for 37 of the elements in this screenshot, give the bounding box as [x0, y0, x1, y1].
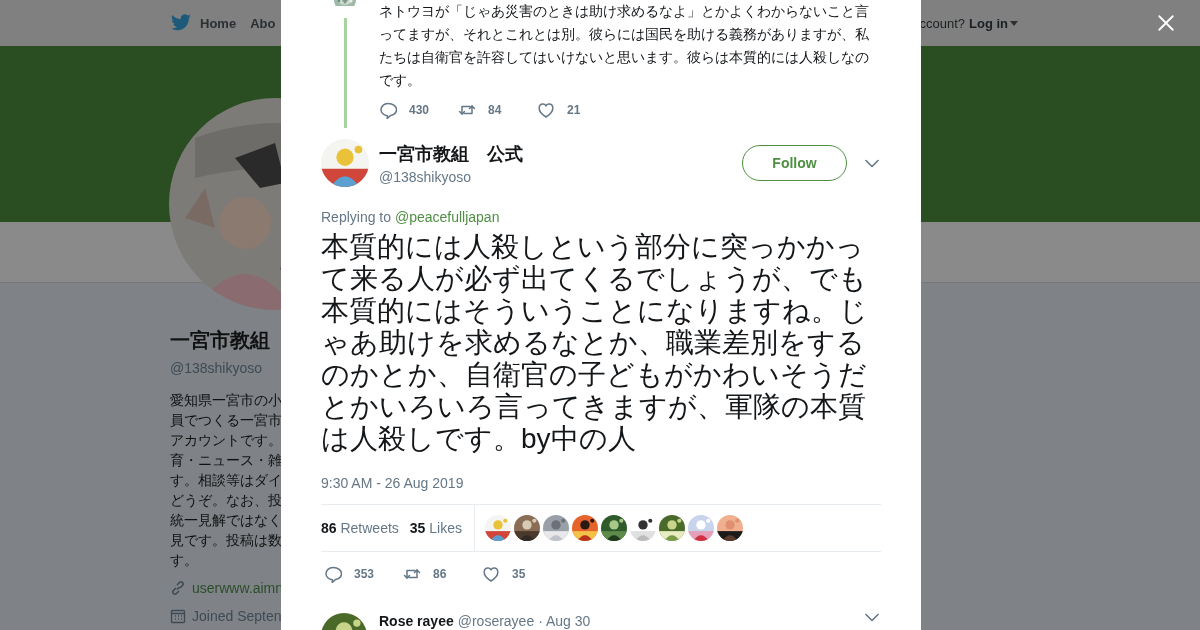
- caret-icon[interactable]: [1010, 20, 1018, 26]
- chevron-icon[interactable]: [865, 158, 879, 168]
- website-link[interactable]: userwww.aimn: [191, 580, 283, 596]
- login-link[interactable]: Log in: [969, 15, 1018, 31]
- account-prompt: ccount?: [919, 15, 965, 31]
- like-button[interactable]: 21: [537, 101, 616, 119]
- author-handle: @roserayee: [457, 613, 535, 629]
- link-icon: [170, 580, 186, 596]
- mention-link[interactable]: @peacefulljapan: [394, 209, 500, 225]
- follow-button[interactable]: Follow: [742, 145, 847, 181]
- reply-button[interactable]: 353: [324, 565, 403, 583]
- profile-bio: 愛知県一宮市の小員でつくる一宮市アカウントです。育・ニュース・雑す。相談等はダイどうぞ。なお、投統一見解ではなく見です。投稿は数す。: [170, 391, 283, 570]
- chevron-icon[interactable]: [865, 613, 879, 622]
- reply-button[interactable]: 430: [379, 101, 458, 119]
- heart-icon[interactable]: [482, 565, 500, 583]
- nav-link[interactable]: Home: [170, 14, 237, 32]
- like-button[interactable]: 35: [482, 565, 561, 583]
- likes-link[interactable]: 35 Likes: [409, 520, 462, 536]
- tweet-date: · Aug 30: [538, 613, 591, 629]
- replying-to-text: Replying to @peacefulljapan: [321, 209, 501, 225]
- calendar-icon: [170, 608, 186, 624]
- retweet-button[interactable]: 86: [403, 565, 482, 583]
- reply-icon[interactable]: [324, 565, 342, 583]
- reply-icon[interactable]: [379, 101, 397, 119]
- retweets-link[interactable]: 86 Retweets: [321, 520, 399, 536]
- nav-link[interactable]: Abo: [250, 15, 276, 31]
- author-name: 一宮市教組 公式: [379, 142, 524, 166]
- profile-name: 一宮市教組: [170, 328, 271, 353]
- author-name: Rose rayee: [379, 613, 454, 629]
- heart-icon[interactable]: [537, 101, 555, 119]
- tweet-text: ネトウヨが「じゃあ災害のときは助け求めるなよ」とかよくわからないこと言ってますが、それとこれとは別。彼らには国民を助ける義務がありますが、私たちは自衛官を許容してはいけないと思います。彼らは本質的には人殺しなのです。: [379, 2, 870, 90]
- retweet-button[interactable]: 84: [458, 101, 537, 119]
- tweet-text: 本質的には人殺しという部分に突っかかって来る人が必ず出てくるでしょうが、でも本質的にはそういうことになりますね。じゃあ助けを求めるなとか、職業差別をするのかとか、自衛官の子どもがかわいそうだとかいろいろ言ってきますが、軍隊の本質は人殺しです。by中の人: [321, 231, 869, 455]
- profile-handle: @138shikyoso: [170, 360, 264, 376]
- author-handle: @138shikyoso: [379, 168, 473, 185]
- joined-date: Joined Septen: [192, 608, 282, 624]
- tweet-timestamp: 9:30 AM - 26 Aug 2019: [321, 475, 465, 491]
